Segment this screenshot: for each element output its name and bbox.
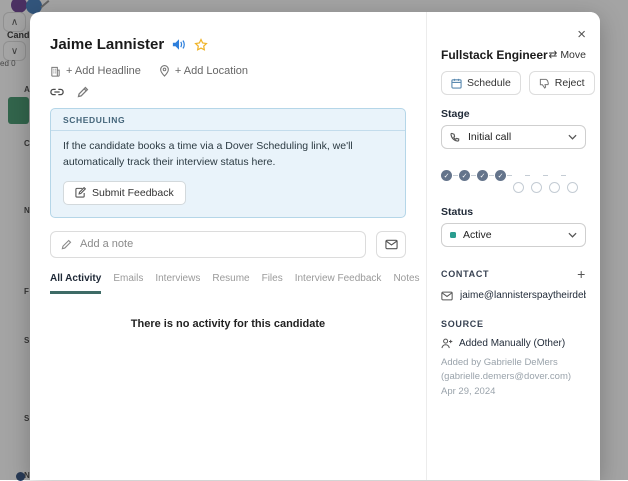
envelope-icon bbox=[385, 239, 398, 250]
tab-notes[interactable]: Notes bbox=[393, 273, 419, 294]
compose-email-button[interactable] bbox=[376, 231, 406, 258]
stage-label: Stage bbox=[441, 108, 586, 120]
candidate-name: Jaime Lannister bbox=[50, 36, 164, 53]
candidate-sidebar: × Fullstack Engineer ⇄ Move Schedule Rej… bbox=[426, 12, 600, 480]
activity-tabs: All Activity Emails Interviews Resume Fi… bbox=[50, 273, 406, 294]
schedule-label: Schedule bbox=[467, 77, 511, 89]
stage-progress-connector bbox=[507, 175, 512, 177]
move-label: Move bbox=[560, 49, 586, 61]
status-select[interactable]: Active bbox=[441, 223, 586, 247]
contact-email: jaime@lannisterspaytheirdebts.c... bbox=[460, 290, 586, 301]
stage-progress-connector bbox=[561, 175, 566, 177]
stage-select[interactable]: Initial call bbox=[441, 125, 586, 149]
stage-dot-pending[interactable] bbox=[567, 182, 578, 193]
stage-progress-connector bbox=[489, 175, 494, 177]
tab-interview-feedback[interactable]: Interview Feedback bbox=[295, 273, 382, 294]
scheduling-callout-body: If the candidate books a time via a Dove… bbox=[51, 131, 405, 175]
stage-dot-completed[interactable]: ✓ bbox=[459, 170, 470, 181]
status-value: Active bbox=[463, 229, 561, 241]
note-pencil-icon bbox=[61, 239, 72, 250]
status-active-dot-icon bbox=[450, 232, 456, 238]
candidate-main-panel: Jaime Lannister + Add Headline + Ad bbox=[30, 12, 426, 480]
stage-progress-connector bbox=[525, 175, 530, 177]
person-plus-icon bbox=[441, 338, 453, 349]
pronounce-audio-icon[interactable] bbox=[172, 38, 186, 51]
contact-email-row[interactable]: jaime@lannisterspaytheirdebts.c... bbox=[441, 290, 586, 301]
calendar-icon bbox=[451, 78, 462, 89]
add-note-input[interactable]: Add a note bbox=[50, 231, 366, 258]
stage-dot-pending[interactable] bbox=[549, 182, 560, 193]
stage-progress-connector bbox=[471, 175, 476, 177]
add-location-label: + Add Location bbox=[175, 65, 248, 77]
tab-files[interactable]: Files bbox=[262, 273, 283, 294]
move-button[interactable]: ⇄ Move bbox=[549, 49, 587, 61]
submit-feedback-label: Submit Feedback bbox=[92, 187, 174, 199]
close-icon[interactable]: × bbox=[577, 26, 586, 43]
submit-feedback-button[interactable]: Submit Feedback bbox=[63, 181, 186, 205]
candidate-modal: Jaime Lannister + Add Headline + Ad bbox=[30, 12, 600, 480]
stage-dot-completed[interactable]: ✓ bbox=[441, 170, 452, 181]
schedule-button[interactable]: Schedule bbox=[441, 71, 521, 95]
add-headline-label: + Add Headline bbox=[66, 65, 141, 77]
stage-value: Initial call bbox=[468, 131, 561, 143]
tab-interviews[interactable]: Interviews bbox=[155, 273, 200, 294]
copy-link-icon[interactable] bbox=[50, 86, 64, 98]
source-value: Added Manually (Other) bbox=[459, 338, 565, 349]
thumbs-down-icon bbox=[539, 78, 550, 89]
stage-progress-connector bbox=[543, 175, 548, 177]
scheduling-callout-title: SCHEDULING bbox=[51, 109, 405, 131]
tab-emails[interactable]: Emails bbox=[113, 273, 143, 294]
star-icon[interactable] bbox=[194, 38, 208, 52]
stage-progress-connector bbox=[453, 175, 458, 177]
reject-label: Reject bbox=[555, 77, 585, 89]
envelope-icon bbox=[441, 291, 453, 301]
tab-all-activity[interactable]: All Activity bbox=[50, 273, 101, 294]
chevron-down-icon bbox=[568, 232, 577, 238]
job-title: Fullstack Engineer bbox=[441, 48, 548, 62]
stage-dot-completed[interactable]: ✓ bbox=[477, 170, 488, 181]
stage-progress: ✓ ✓ ✓ ✓ bbox=[441, 158, 586, 193]
move-icon: ⇄ bbox=[549, 49, 558, 61]
stage-dot-pending[interactable] bbox=[513, 182, 524, 193]
add-contact-button[interactable]: + bbox=[577, 269, 586, 279]
source-added-by: Added by Gabrielle DeMers (gabrielle.dem… bbox=[441, 356, 586, 399]
chevron-down-icon bbox=[568, 134, 577, 140]
stage-dot-completed[interactable]: ✓ bbox=[495, 170, 506, 181]
add-location-link[interactable]: + Add Location bbox=[159, 65, 248, 77]
reject-button[interactable]: Reject bbox=[529, 71, 595, 95]
edit-pencil-icon[interactable] bbox=[77, 86, 89, 98]
add-headline-link[interactable]: + Add Headline bbox=[50, 65, 141, 77]
stage-dot-pending[interactable] bbox=[531, 182, 542, 193]
feedback-form-icon bbox=[75, 187, 86, 198]
scheduling-callout: SCHEDULING If the candidate books a time… bbox=[50, 108, 406, 218]
building-icon bbox=[50, 66, 61, 77]
empty-activity-message: There is no activity for this candidate bbox=[50, 318, 406, 330]
add-note-placeholder: Add a note bbox=[80, 238, 133, 250]
source-row: Added Manually (Other) bbox=[441, 338, 586, 349]
tab-resume[interactable]: Resume bbox=[212, 273, 249, 294]
location-pin-icon bbox=[159, 65, 170, 77]
phone-icon bbox=[450, 132, 461, 143]
contact-section-label: CONTACT bbox=[441, 269, 489, 279]
status-label: Status bbox=[441, 206, 586, 218]
source-section-label: SOURCE bbox=[441, 319, 484, 329]
